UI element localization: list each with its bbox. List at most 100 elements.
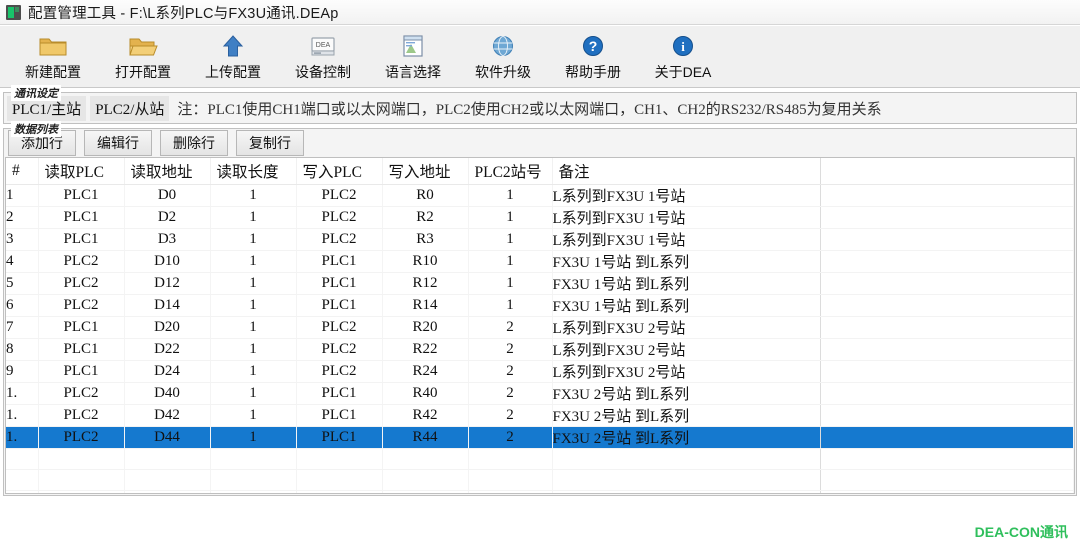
column-header-index[interactable]: # bbox=[6, 158, 39, 185]
row-cell-note[interactable]: FX3U 2号站 到L系列 bbox=[552, 426, 821, 449]
row-cell-read-addr[interactable]: D14 bbox=[124, 294, 211, 317]
row-cell-read-plc[interactable]: PLC2 bbox=[38, 404, 125, 427]
row-cell-note[interactable]: FX3U 2号站 到L系列 bbox=[552, 382, 821, 405]
row-cell-write-plc[interactable]: PLC1 bbox=[296, 294, 383, 317]
row-cell-plc2-station[interactable]: 2 bbox=[468, 426, 553, 449]
row-cell-empty[interactable] bbox=[210, 448, 297, 470]
row-cell-note[interactable]: L系列到FX3U 1号站 bbox=[552, 228, 821, 251]
row-cell-note[interactable]: L系列到FX3U 2号站 bbox=[552, 338, 821, 361]
table-row[interactable]: 4 PLC2 D10 1 PLC1 R10 1 FX3U 1号站 到L系列 bbox=[6, 250, 1074, 273]
row-cell-read-addr[interactable]: D10 bbox=[124, 250, 211, 273]
row-cell-write-addr[interactable]: R14 bbox=[382, 294, 469, 317]
row-cell-write-plc[interactable]: PLC1 bbox=[296, 426, 383, 449]
row-cell-write-addr[interactable]: R2 bbox=[382, 206, 469, 229]
toolbar-button-about-dea[interactable]: i 关于DEA bbox=[638, 29, 728, 87]
table-row[interactable]: 5 PLC2 D12 1 PLC1 R12 1 FX3U 1号站 到L系列 bbox=[6, 272, 1074, 295]
row-cell-write-addr[interactable]: R10 bbox=[382, 250, 469, 273]
row-cell-read-addr[interactable]: D20 bbox=[124, 316, 211, 339]
table-row[interactable]: 6 PLC2 D14 1 PLC1 R14 1 FX3U 1号站 到L系列 bbox=[6, 294, 1074, 317]
row-cell-empty[interactable] bbox=[6, 469, 39, 491]
toolbar-button-software-upgrade[interactable]: 软件升级 bbox=[458, 29, 548, 87]
row-cell-read-plc[interactable]: PLC1 bbox=[38, 338, 125, 361]
row-cell-write-plc[interactable]: PLC2 bbox=[296, 316, 383, 339]
table-row-empty[interactable] bbox=[6, 448, 1074, 470]
row-cell-write-plc[interactable]: PLC2 bbox=[296, 206, 383, 229]
row-cell-index[interactable]: 1 bbox=[6, 184, 39, 207]
row-cell-index[interactable]: 6 bbox=[6, 294, 39, 317]
row-cell-read-plc[interactable]: PLC1 bbox=[38, 360, 125, 383]
row-cell-empty[interactable] bbox=[820, 490, 1074, 493]
row-cell-index[interactable]: 1. bbox=[6, 404, 39, 427]
row-cell-read-length[interactable]: 1 bbox=[210, 206, 297, 229]
row-cell-read-addr[interactable]: D24 bbox=[124, 360, 211, 383]
column-header-read-length[interactable]: 读取长度 bbox=[210, 158, 297, 185]
table-row[interactable]: 1. PLC2 D44 1 PLC1 R44 2 FX3U 2号站 到L系列 bbox=[6, 426, 1074, 449]
table-row[interactable]: 1. PLC2 D40 1 PLC1 R40 2 FX3U 2号站 到L系列 bbox=[6, 382, 1074, 405]
row-cell-empty[interactable] bbox=[296, 448, 383, 470]
plc2-slave-button[interactable]: PLC2/从站 bbox=[90, 95, 170, 121]
row-cell-read-plc[interactable]: PLC2 bbox=[38, 272, 125, 295]
row-cell-empty[interactable] bbox=[6, 448, 39, 470]
row-cell-read-addr[interactable]: D44 bbox=[124, 426, 211, 449]
row-cell-note[interactable]: L系列到FX3U 2号站 bbox=[552, 360, 821, 383]
row-cell-empty[interactable] bbox=[552, 448, 821, 470]
row-cell-index[interactable]: 2 bbox=[6, 206, 39, 229]
row-cell-read-addr[interactable]: D3 bbox=[124, 228, 211, 251]
row-cell-empty[interactable] bbox=[820, 469, 1074, 491]
row-cell-read-length[interactable]: 1 bbox=[210, 294, 297, 317]
row-cell-index[interactable]: 1. bbox=[6, 426, 39, 449]
row-cell-read-length[interactable]: 1 bbox=[210, 184, 297, 207]
table-row[interactable]: 1 PLC1 D0 1 PLC2 R0 1 L系列到FX3U 1号站 bbox=[6, 184, 1074, 207]
row-cell-read-addr[interactable]: D0 bbox=[124, 184, 211, 207]
row-cell-read-plc[interactable]: PLC2 bbox=[38, 294, 125, 317]
row-cell-write-addr[interactable]: R3 bbox=[382, 228, 469, 251]
row-cell-write-plc[interactable]: PLC1 bbox=[296, 382, 383, 405]
row-cell-read-length[interactable]: 1 bbox=[210, 404, 297, 427]
column-header-plc2-station[interactable]: PLC2站号 bbox=[468, 158, 553, 185]
toolbar-button-help-manual[interactable]: ? 帮助手册 bbox=[548, 29, 638, 87]
row-cell-write-plc[interactable]: PLC1 bbox=[296, 272, 383, 295]
row-cell-write-addr[interactable]: R40 bbox=[382, 382, 469, 405]
row-cell-plc2-station[interactable]: 2 bbox=[468, 316, 553, 339]
row-cell-write-addr[interactable]: R22 bbox=[382, 338, 469, 361]
row-cell-empty[interactable] bbox=[820, 448, 1074, 470]
row-cell-note[interactable]: FX3U 1号站 到L系列 bbox=[552, 272, 821, 295]
table-row[interactable]: 2 PLC1 D2 1 PLC2 R2 1 L系列到FX3U 1号站 bbox=[6, 206, 1074, 229]
row-cell-write-addr[interactable]: R42 bbox=[382, 404, 469, 427]
row-cell-empty[interactable] bbox=[124, 490, 211, 493]
column-header-note[interactable]: 备注 bbox=[552, 158, 821, 185]
row-cell-read-length[interactable]: 1 bbox=[210, 228, 297, 251]
row-cell-empty[interactable] bbox=[382, 469, 469, 491]
row-cell-plc2-station[interactable]: 1 bbox=[468, 272, 553, 295]
column-header-write-addr[interactable]: 写入地址 bbox=[382, 158, 469, 185]
row-cell-plc2-station[interactable]: 2 bbox=[468, 382, 553, 405]
row-cell-empty[interactable] bbox=[296, 469, 383, 491]
row-cell-write-plc[interactable]: PLC2 bbox=[296, 360, 383, 383]
row-cell-note[interactable]: L系列到FX3U 1号站 bbox=[552, 184, 821, 207]
row-cell-plc2-station[interactable]: 2 bbox=[468, 338, 553, 361]
row-cell-index[interactable]: 7 bbox=[6, 316, 39, 339]
row-cell-empty[interactable] bbox=[468, 490, 553, 493]
toolbar-button-upload-config[interactable]: 上传配置 bbox=[188, 29, 278, 87]
row-cell-write-addr[interactable]: R0 bbox=[382, 184, 469, 207]
row-cell-write-addr[interactable]: R24 bbox=[382, 360, 469, 383]
row-cell-index[interactable]: 9 bbox=[6, 360, 39, 383]
row-cell-read-addr[interactable]: D12 bbox=[124, 272, 211, 295]
row-cell-read-plc[interactable]: PLC2 bbox=[38, 250, 125, 273]
row-cell-note[interactable]: FX3U 2号站 到L系列 bbox=[552, 404, 821, 427]
row-cell-read-addr[interactable]: D22 bbox=[124, 338, 211, 361]
row-cell-plc2-station[interactable]: 1 bbox=[468, 206, 553, 229]
toolbar-button-device-control[interactable]: DEA 设备控制 bbox=[278, 29, 368, 87]
row-cell-plc2-station[interactable]: 1 bbox=[468, 250, 553, 273]
row-cell-empty[interactable] bbox=[552, 469, 821, 491]
row-cell-empty[interactable] bbox=[124, 469, 211, 491]
delete-row-button[interactable]: 删除行 bbox=[160, 130, 228, 156]
row-cell-plc2-station[interactable]: 2 bbox=[468, 360, 553, 383]
row-cell-empty[interactable] bbox=[296, 490, 383, 493]
row-cell-plc2-station[interactable]: 1 bbox=[468, 228, 553, 251]
row-cell-read-plc[interactable]: PLC2 bbox=[38, 382, 125, 405]
row-cell-read-plc[interactable]: PLC1 bbox=[38, 228, 125, 251]
table-row[interactable]: 3 PLC1 D3 1 PLC2 R3 1 L系列到FX3U 1号站 bbox=[6, 228, 1074, 251]
row-cell-write-plc[interactable]: PLC2 bbox=[296, 184, 383, 207]
row-cell-read-length[interactable]: 1 bbox=[210, 426, 297, 449]
